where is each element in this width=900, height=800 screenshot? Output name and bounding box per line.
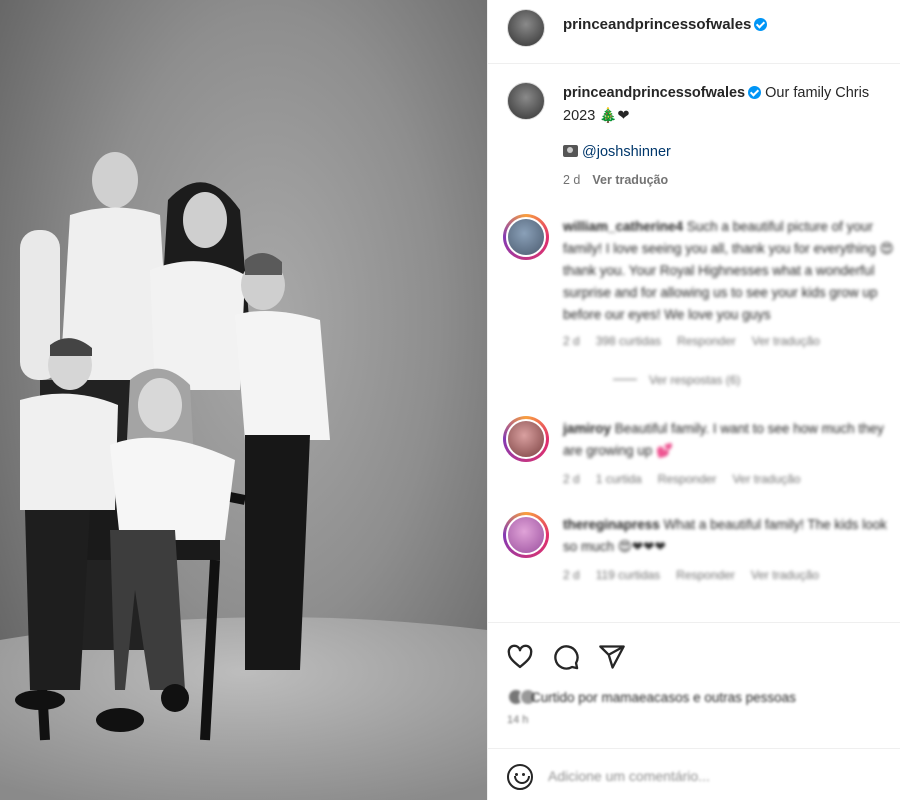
comment-age: 2 d [563, 568, 580, 582]
view-replies-link[interactable]: Ver respostas (6) [613, 373, 740, 387]
emoji-icon[interactable] [507, 764, 533, 790]
verified-badge-icon [754, 18, 768, 31]
caption-age[interactable]: 2 d [563, 173, 580, 187]
comment-body: Beautiful family. I want to see how much… [563, 421, 884, 458]
comment-text: william_catherine4 Such a beautiful pict… [563, 216, 900, 326]
caption-text-line1: Our family Chris [765, 85, 870, 101]
comment-username[interactable]: jamiroy [563, 421, 611, 436]
post-actions: Curtido por mamaeacasos e outras pessoas… [488, 622, 900, 748]
comment-translate-link[interactable]: Ver tradução [732, 472, 800, 486]
post-sidebar: princeandprincessofwales princeandprince… [487, 0, 900, 800]
comment-reply-button[interactable]: Responder [676, 568, 735, 582]
caption-text-line2: 2023 🎄❤ [563, 108, 630, 124]
heart-icon[interactable] [506, 643, 534, 671]
comment-age: 2 d [563, 334, 580, 348]
photo-credit: @joshshinner [563, 144, 671, 160]
comment-text: jamiroy Beautiful family. I want to see … [563, 418, 900, 462]
commenter-avatar[interactable] [503, 416, 549, 462]
caption-text: princeandprincessofwales Our family Chri… [563, 82, 900, 128]
comment-body: Such a beautiful picture of your family!… [563, 219, 894, 322]
comment-age: 2 d [563, 472, 580, 486]
comment-username[interactable]: william_catherine4 [563, 219, 683, 234]
comment-likes[interactable]: 1 curtida [596, 472, 642, 486]
caption-verified-badge-icon [748, 86, 762, 99]
caption-translate-link[interactable]: Ver tradução [592, 173, 668, 187]
post-header: princeandprincessofwales [488, 0, 900, 64]
comment-icon[interactable] [552, 643, 580, 671]
comment-likes[interactable]: 398 curtidas [596, 334, 661, 348]
likes-summary[interactable]: Curtido por mamaeacasos e outras pessoas [507, 688, 796, 706]
post-age[interactable]: 14 h [507, 714, 528, 726]
comment-translate-link[interactable]: Ver tradução [752, 334, 820, 348]
comment-translate-link[interactable]: Ver tradução [751, 568, 819, 582]
add-comment-bar [488, 748, 900, 800]
author-avatar[interactable] [507, 9, 545, 47]
add-comment-input[interactable] [548, 763, 878, 789]
caption-username[interactable]: princeandprincessofwales [563, 85, 745, 101]
commenter-avatar[interactable] [503, 512, 549, 558]
comment-meta: 2 d 1 curtida Responder Ver tradução [563, 472, 816, 486]
post-photo[interactable] [0, 0, 487, 800]
caption-author-avatar[interactable] [507, 82, 545, 120]
commenter-avatar[interactable] [503, 214, 549, 260]
comment-reply-button[interactable]: Responder [658, 472, 717, 486]
author-username-text[interactable]: princeandprincessofwales [563, 16, 751, 33]
camera-icon [563, 145, 578, 157]
family-portrait-image [0, 152, 487, 800]
comment-meta: 2 d 119 curtidas Responder Ver tradução [563, 568, 835, 582]
comment-meta: 2 d 398 curtidas Responder Ver tradução [563, 334, 836, 348]
comment-reply-button[interactable]: Responder [677, 334, 736, 348]
share-icon[interactable] [598, 643, 626, 671]
comment-likes[interactable]: 119 curtidas [596, 568, 660, 582]
caption-meta: 2 d Ver tradução [563, 173, 668, 187]
comment-text: thereginapress What a beautiful family! … [563, 514, 900, 558]
likes-summary-text: Curtido por mamaeacasos e outras pessoas [531, 690, 796, 705]
author-username[interactable]: princeandprincessofwales [563, 16, 768, 33]
comment-username[interactable]: thereginapress [563, 517, 660, 532]
photographer-mention-link[interactable]: @joshshinner [582, 144, 671, 160]
